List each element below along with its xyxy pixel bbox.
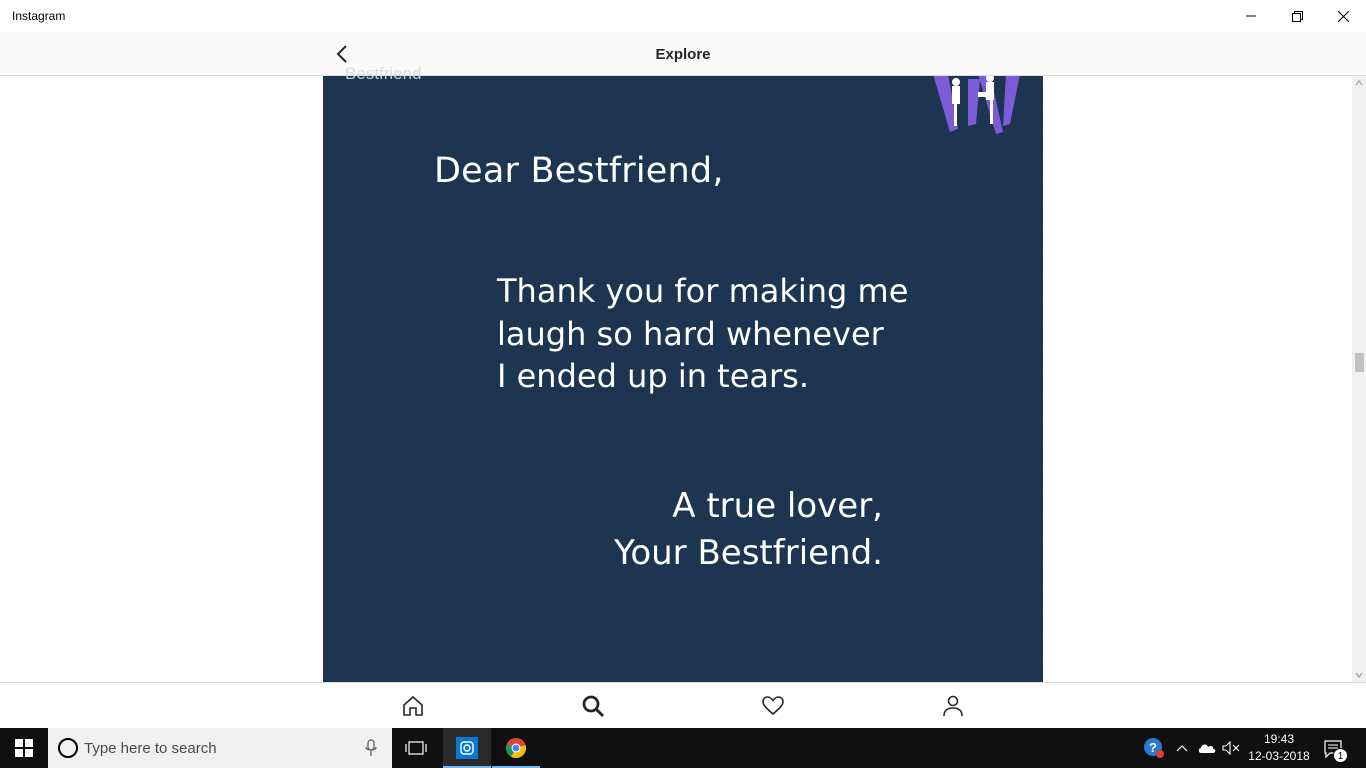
heart-icon [762, 696, 784, 716]
scroll-up-icon[interactable] [1354, 78, 1364, 88]
nav-home-button[interactable] [400, 693, 426, 719]
search-icon [582, 695, 605, 718]
restore-button[interactable] [1274, 0, 1320, 32]
header-overlap-text: Bestfriend [345, 64, 422, 83]
clock-time: 19:43 [1263, 732, 1295, 746]
page-title: Explore [655, 46, 711, 63]
cloud-icon [1198, 744, 1216, 753]
nav-activity-button[interactable] [760, 693, 786, 719]
cortana-icon [58, 738, 78, 758]
taskbar-clock[interactable]: 19:43 12-03-2018 [1244, 731, 1314, 765]
scroll-down-icon[interactable] [1354, 670, 1364, 680]
volume-tray-button[interactable] [1220, 738, 1242, 758]
taskbar-instagram-app[interactable] [443, 728, 491, 768]
window-title: Instagram [12, 9, 66, 23]
app-header: Bestfriend Explore [0, 32, 1366, 83]
show-hidden-icons-button[interactable] [1174, 738, 1190, 758]
instagram-icon [456, 737, 478, 759]
taskbar: Type here to search ? 19:43 12-03-2018 1 [0, 728, 1366, 768]
taskbar-search-box[interactable]: Type here to search [48, 728, 392, 768]
post-greeting: Dear Bestfriend, [434, 151, 724, 191]
help-tray-button[interactable]: ? [1142, 738, 1166, 758]
brand-logo [933, 76, 1020, 134]
volume-muted-icon [1222, 741, 1240, 755]
post-sign-line: A true lover, [672, 486, 883, 526]
notification-count-badge: 1 [1333, 748, 1348, 763]
nav-search-button[interactable] [580, 693, 606, 719]
help-icon: ? [1144, 738, 1164, 758]
nav-profile-button[interactable] [940, 693, 966, 719]
post-body-line: I ended up in tears. [497, 357, 810, 395]
windows-icon [15, 739, 33, 757]
clock-date: 12-03-2018 [1248, 749, 1310, 763]
task-view-button[interactable] [392, 728, 440, 768]
chevron-up-icon [1176, 745, 1188, 752]
window-title-bar: Instagram [0, 0, 1366, 32]
close-button[interactable] [1320, 0, 1366, 32]
post-body-line: Thank you for making me [497, 272, 909, 310]
microphone-icon[interactable] [364, 739, 378, 757]
taskbar-chrome-app[interactable] [492, 728, 540, 768]
post-body-line: laugh so hard whenever [497, 315, 884, 353]
minimize-button[interactable] [1228, 0, 1274, 32]
minimize-icon [1246, 15, 1256, 17]
restore-icon [1291, 10, 1303, 22]
start-button[interactable] [0, 728, 48, 768]
post-sign-line: Your Bestfriend. [614, 533, 883, 573]
svg-text:?: ? [1149, 740, 1157, 755]
onedrive-tray-button[interactable] [1196, 738, 1218, 758]
chrome-icon [506, 738, 526, 759]
profile-icon [943, 695, 963, 717]
scroll-thumb[interactable] [1355, 353, 1364, 372]
vertical-scrollbar[interactable] [1352, 76, 1366, 682]
post-image[interactable]: Dear Bestfriend, Thank you for making me… [323, 76, 1043, 682]
feed-content[interactable]: Dear Bestfriend, Thank you for making me… [0, 76, 1352, 682]
task-view-icon [405, 741, 427, 755]
home-icon [403, 695, 423, 716]
taskbar-search-placeholder: Type here to search [84, 740, 217, 757]
close-icon [1337, 10, 1349, 22]
bottom-navigation [0, 682, 1366, 728]
